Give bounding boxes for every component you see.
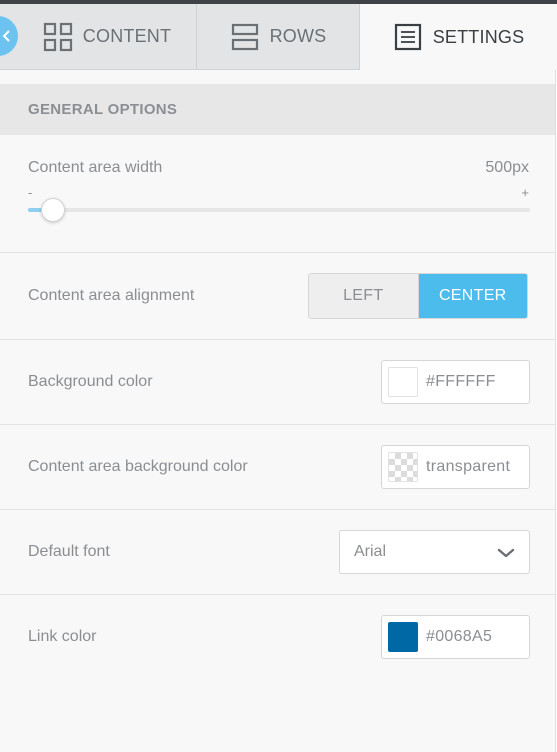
link-color-row: Link color #0068A5 bbox=[0, 595, 555, 680]
content-area-background-color-label: Content area background color bbox=[28, 458, 248, 475]
slider-min-label: - bbox=[28, 185, 33, 200]
general-options-title: GENERAL OPTIONS bbox=[28, 101, 178, 118]
tab-content[interactable]: CONTENT bbox=[0, 4, 197, 70]
content-area-width-row: Content area width 500px - + bbox=[0, 135, 555, 253]
grid-icon bbox=[43, 22, 73, 52]
tab-content-label: CONTENT bbox=[82, 26, 172, 46]
content-area-alignment-label: Content area alignment bbox=[28, 287, 195, 304]
link-color-label: Link color bbox=[28, 628, 97, 645]
content-area-alignment-row: Content area alignment LEFT CENTER bbox=[0, 253, 555, 340]
tab-rows-label: ROWS bbox=[269, 26, 327, 46]
background-color-value: #FFFFFF bbox=[426, 373, 496, 390]
chevron-left-icon bbox=[2, 30, 10, 42]
align-center-button[interactable]: CENTER bbox=[418, 274, 527, 318]
content-area-width-slider[interactable] bbox=[28, 198, 530, 222]
general-options-header: GENERAL OPTIONS bbox=[0, 84, 555, 135]
content-area-background-color-picker[interactable]: transparent bbox=[381, 445, 530, 489]
slider-max-label: + bbox=[521, 185, 529, 200]
default-font-row: Default font Arial bbox=[0, 510, 555, 595]
align-left-button[interactable]: LEFT bbox=[309, 274, 419, 318]
content-area-background-color-row: Content area background color transparen… bbox=[0, 425, 555, 510]
background-color-picker[interactable]: #FFFFFF bbox=[381, 360, 530, 404]
background-color-label: Background color bbox=[28, 373, 153, 390]
content-area-width-label: Content area width bbox=[28, 159, 163, 176]
tab-rows[interactable]: ROWS bbox=[197, 4, 360, 70]
transparent-swatch bbox=[388, 452, 418, 482]
default-font-select[interactable]: Arial bbox=[339, 530, 530, 574]
content-area-width-value: 500px bbox=[485, 159, 529, 176]
settings-panel: GENERAL OPTIONS Content area width 500px… bbox=[0, 70, 556, 752]
link-color-value: #0068A5 bbox=[426, 628, 493, 645]
rows-icon bbox=[230, 22, 260, 52]
background-color-swatch bbox=[388, 367, 418, 397]
link-color-picker[interactable]: #0068A5 bbox=[381, 615, 530, 659]
tab-bar: CONTENT ROWS SETTINGS bbox=[0, 4, 557, 70]
default-font-value: Arial bbox=[354, 543, 387, 560]
settings-document-icon bbox=[393, 22, 423, 52]
alignment-toggle: LEFT CENTER bbox=[308, 273, 528, 319]
slider-thumb[interactable] bbox=[41, 198, 66, 222]
default-font-label: Default font bbox=[28, 543, 110, 560]
tab-settings[interactable]: SETTINGS bbox=[360, 4, 557, 70]
background-color-row: Background color #FFFFFF bbox=[0, 340, 555, 425]
content-area-background-color-value: transparent bbox=[426, 458, 511, 475]
chevron-down-icon bbox=[497, 548, 515, 558]
tab-settings-label: SETTINGS bbox=[432, 26, 525, 47]
link-color-swatch bbox=[388, 622, 418, 652]
